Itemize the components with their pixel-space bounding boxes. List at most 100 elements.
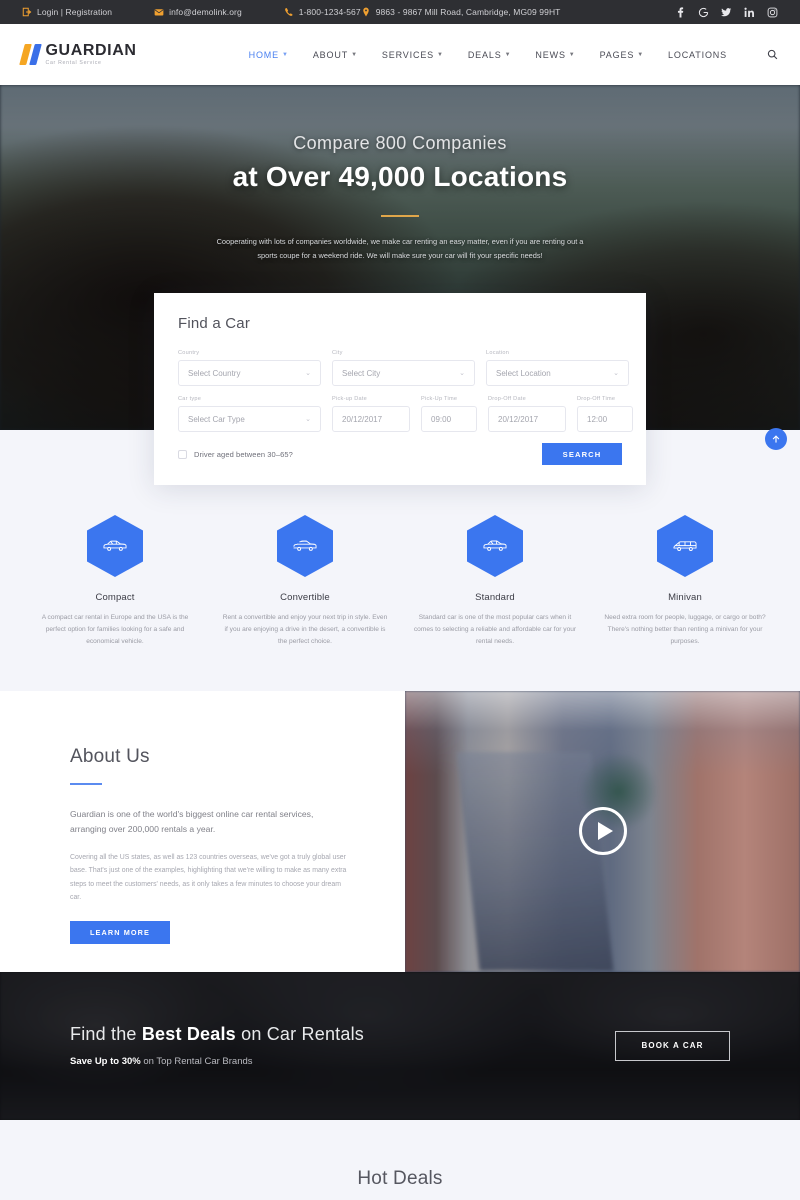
nav-item-services[interactable]: SERVICES ▼ — [382, 50, 444, 60]
book-a-car-button[interactable]: BOOK A CAR — [615, 1030, 730, 1061]
top-bar: Login | Registration info@demolink.org 1… — [0, 0, 800, 24]
phone-icon — [284, 7, 294, 17]
select-car-type[interactable]: Select Car Type ⌄ — [178, 406, 321, 432]
about-divider — [70, 782, 102, 785]
input-pickup-time[interactable]: 09:00 — [421, 406, 477, 432]
map-pin-icon — [361, 7, 371, 17]
deals-subheading-rest: on Top Rental Car Brands — [140, 1056, 253, 1068]
driver-age-checkbox[interactable] — [178, 449, 187, 459]
login-registration-link[interactable]: Login | Registration — [22, 7, 112, 17]
input-dropoff-time[interactable]: 12:00 — [577, 406, 633, 432]
chevron-down-icon: ▼ — [437, 51, 444, 58]
input-dropoff-date[interactable]: 20/12/2017 — [488, 406, 566, 432]
driver-age-checkbox-wrapper[interactable]: Driver aged between 30–65? — [178, 449, 293, 459]
hero-heading: at Over 49,000 Locations — [232, 161, 568, 192]
chevron-down-icon: ▼ — [351, 51, 358, 58]
about-video-column — [405, 690, 800, 972]
find-a-car-form: Find a Car Country Select Country ⌄ City… — [154, 293, 646, 485]
hex-badge-wrapper — [602, 515, 768, 577]
deals-heading-bold: Best Deals — [141, 1024, 236, 1045]
play-button-icon[interactable] — [578, 807, 627, 856]
google-plus-icon[interactable] — [698, 7, 709, 18]
select-country[interactable]: Select Country ⌄ — [178, 360, 321, 386]
value-car-type: Select Car Type — [188, 414, 245, 424]
category-description: Need extra room for people, luggage, or … — [604, 614, 766, 646]
nav-label-deals: DEALS — [467, 49, 502, 60]
hero-content: Compare 800 Companies at Over 49,000 Loc… — [0, 85, 800, 262]
nav-label-news: NEWS — [535, 49, 566, 60]
phone-label: 1-800-1234-567 — [298, 7, 361, 17]
email-link[interactable]: info@demolink.org — [154, 7, 242, 17]
hot-deals-section: Hot Deals — [0, 1119, 800, 1200]
about-section: About Us Guardian is one of the world's … — [0, 690, 800, 972]
select-location[interactable]: Select Location ⌄ — [486, 360, 629, 386]
form-footer: Driver aged between 30–65? SEARCH — [178, 443, 622, 465]
category-card-compact[interactable]: Compact A compact car rental in Europe a… — [20, 515, 210, 649]
value-country: Select Country — [188, 368, 241, 378]
field-pickup-date: Pick-up Date 20/12/2017 — [332, 396, 410, 432]
search-icon[interactable] — [767, 49, 778, 60]
nav-item-pages[interactable]: PAGES ▼ — [600, 50, 644, 60]
value-pickup-time: 09:00 — [431, 414, 452, 424]
learn-more-button[interactable]: LEARN MORE — [70, 921, 170, 945]
nav-item-home[interactable]: HOME ▼ — [249, 50, 289, 60]
login-icon — [22, 7, 32, 17]
search-button[interactable]: SEARCH — [542, 443, 622, 465]
category-description: Standard car is one of the most popular … — [413, 614, 577, 646]
nav-item-deals[interactable]: DEALS ▼ — [468, 50, 512, 60]
nav-item-about[interactable]: ABOUT ▼ — [313, 50, 358, 60]
category-name: Standard — [475, 592, 515, 603]
minivan-icon — [672, 539, 698, 553]
label-country: Country — [178, 350, 200, 356]
hex-badge — [467, 515, 523, 577]
hex-badge-wrapper — [32, 515, 198, 577]
deals-subheading-bold: Save Up to 30% — [70, 1056, 141, 1068]
label-pickup-time: Pick-Up Time — [421, 396, 458, 402]
compact-car-icon — [102, 539, 128, 553]
category-name: Compact — [95, 592, 135, 603]
deals-subheading: Save Up to 30% on Top Rental Car Brands — [70, 1056, 364, 1067]
address-label: 9863 - 9867 Mill Road, Cambridge, MG09 9… — [375, 7, 561, 17]
category-card-minivan[interactable]: Minivan Need extra room for people, lugg… — [590, 515, 780, 649]
select-city[interactable]: Select City ⌄ — [332, 360, 475, 386]
chevron-down-icon: ⌄ — [459, 370, 465, 377]
standard-car-icon — [482, 539, 508, 553]
main-navigation: HOME ▼ ABOUT ▼ SERVICES ▼ DEALS ▼ NEWS ▼… — [249, 49, 778, 60]
nav-item-locations[interactable]: LOCATIONS — [668, 50, 727, 60]
driver-age-label: Driver aged between 30–65? — [194, 449, 293, 459]
scroll-to-top-button[interactable] — [765, 428, 787, 450]
field-car-type: Car type Select Car Type ⌄ — [178, 396, 321, 432]
phone-link[interactable]: 1-800-1234-567 — [284, 7, 361, 17]
nav-label-pages: PAGES — [599, 49, 635, 60]
deals-content: Find the Best Deals on Car Rentals Save … — [70, 1024, 730, 1067]
label-dropoff-time: Drop-Off Time — [577, 396, 616, 402]
label-location: Location — [486, 350, 510, 356]
best-deals-banner: Find the Best Deals on Car Rentals Save … — [0, 971, 800, 1120]
about-body-text: Covering all the US states, as well as 1… — [70, 853, 347, 901]
chevron-down-icon: ▼ — [637, 51, 644, 58]
category-card-standard[interactable]: Standard Standard car is one of the most… — [400, 515, 590, 649]
about-title: About Us — [70, 745, 150, 767]
category-name: Minivan — [668, 592, 702, 603]
category-name: Convertible — [280, 592, 330, 603]
about-text-column: About Us Guardian is one of the world's … — [0, 691, 405, 972]
nav-item-news[interactable]: NEWS ▼ — [535, 50, 575, 60]
category-description: A compact car rental in Europe and the U… — [41, 614, 189, 646]
label-car-type: Car type — [178, 396, 202, 402]
page-root: Login | Registration info@demolink.org 1… — [0, 0, 800, 1200]
linkedin-icon[interactable] — [744, 7, 755, 18]
hero-description: Cooperating with lots of companies world… — [216, 237, 584, 260]
input-pickup-date[interactable]: 20/12/2017 — [332, 406, 410, 432]
category-card-convertible[interactable]: Convertible Rent a convertible and enjoy… — [210, 515, 400, 649]
label-dropoff-date: Drop-Off Date — [488, 396, 526, 402]
twitter-icon[interactable] — [721, 7, 732, 18]
nav-label-home: HOME — [248, 49, 280, 60]
deals-heading: Find the Best Deals on Car Rentals — [70, 1024, 364, 1045]
deals-text-block: Find the Best Deals on Car Rentals Save … — [70, 1024, 364, 1067]
instagram-icon[interactable] — [767, 7, 778, 18]
deals-heading-after: on Car Rentals — [235, 1024, 364, 1045]
logo[interactable]: GUARDIAN Car Rental Service — [19, 42, 137, 67]
facebook-icon[interactable] — [675, 6, 686, 18]
field-location: Location Select Location ⌄ — [486, 350, 629, 386]
label-city: City — [332, 350, 343, 356]
